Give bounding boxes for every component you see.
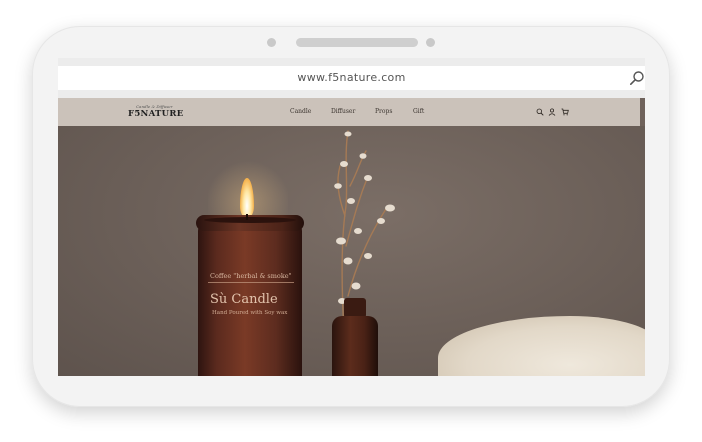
menu-item-diffuser[interactable]: Diffuser bbox=[331, 108, 355, 115]
user-icon[interactable] bbox=[548, 108, 556, 116]
candle-jar-opening bbox=[204, 217, 296, 223]
menu-item-candle[interactable]: Candle bbox=[290, 108, 311, 115]
search-icon[interactable] bbox=[629, 70, 645, 86]
website-viewport: Candle & Diffuser F5NATURE Candle Diffus… bbox=[58, 98, 645, 376]
camera-dot bbox=[267, 38, 276, 47]
vase bbox=[332, 316, 378, 376]
sensor-dot bbox=[426, 38, 435, 47]
url-text: www.f5nature.com bbox=[297, 71, 406, 84]
jar-label-description: Hand Poured with Soy wax bbox=[212, 310, 288, 316]
vase-neck bbox=[344, 298, 366, 318]
speaker-grille bbox=[296, 38, 418, 47]
site-navbar: Candle & Diffuser F5NATURE Candle Diffus… bbox=[58, 98, 640, 126]
jar-label-subtitle: Coffee "herbal & smoke" bbox=[210, 272, 292, 280]
candle-wick bbox=[246, 214, 248, 220]
menu-item-gift[interactable]: Gift bbox=[413, 108, 424, 115]
logo-name: F5NATURE bbox=[128, 109, 184, 119]
search-icon[interactable] bbox=[536, 108, 544, 116]
menu-item-props[interactable]: Props bbox=[375, 108, 392, 115]
jar-label-divider bbox=[208, 282, 294, 283]
browser-screen: www.f5nature.com Candle & Diffuser F5NAT… bbox=[58, 58, 645, 376]
site-logo[interactable]: Candle & Diffuser F5NATURE bbox=[128, 104, 188, 122]
address-bar[interactable]: www.f5nature.com bbox=[58, 66, 645, 90]
pussy-willow-branches-decor bbox=[334, 130, 395, 332]
cart-icon[interactable] bbox=[561, 108, 569, 116]
jar-label-name: Sù Candle bbox=[210, 292, 278, 307]
